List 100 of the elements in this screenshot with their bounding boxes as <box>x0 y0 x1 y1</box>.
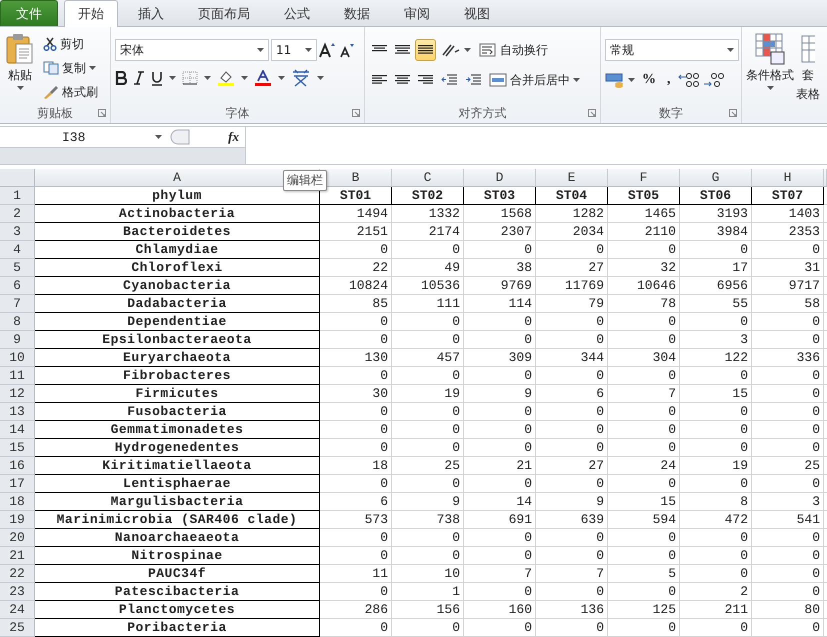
table-cell: Actinobacteria <box>35 205 320 223</box>
table-cell: 0 <box>464 403 536 421</box>
table-cell: Firmicutes <box>35 385 320 403</box>
table-cell: 0 <box>320 583 392 601</box>
table-cell: 0 <box>680 547 752 565</box>
table-cell: 156 <box>392 601 464 619</box>
table-cell: 0 <box>536 529 608 547</box>
table-cell: Margulisbacteria <box>35 493 320 511</box>
table-cell: 309 <box>464 349 536 367</box>
table-cell: 0 <box>680 367 752 385</box>
table-cell: 0 <box>392 403 464 421</box>
table-cell: 0 <box>608 439 680 457</box>
table-cell: 0 <box>752 367 824 385</box>
table-cell: 0 <box>752 565 824 583</box>
table-cell: 10 <box>392 565 464 583</box>
table-cell: 0 <box>464 475 536 493</box>
table-cell: 19 <box>680 457 752 475</box>
table-cell: Planctomycetes <box>35 601 320 619</box>
table-cell: 0 <box>464 439 536 457</box>
table-cell: Patescibacteria <box>35 583 320 601</box>
table-cell: 286 <box>320 601 392 619</box>
table-cell: 0 <box>752 241 824 259</box>
table-cell: 2174 <box>392 223 464 241</box>
table-cell: 0 <box>464 529 536 547</box>
table-cell: 2110 <box>608 223 680 241</box>
table-cell: Euryarchaeota <box>35 349 320 367</box>
table-cell: 80 <box>752 601 824 619</box>
table-cell: 0 <box>752 421 824 439</box>
table-cell: ST05 <box>608 187 680 205</box>
table-cell: 0 <box>320 619 392 637</box>
table-cell: 0 <box>392 313 464 331</box>
table-cell: 32 <box>608 259 680 277</box>
table-cell: 0 <box>392 241 464 259</box>
table-cell: Dadabacteria <box>35 295 320 313</box>
table-cell: 25 <box>392 457 464 475</box>
table-cell: 336 <box>752 349 824 367</box>
table-cell: 1465 <box>608 205 680 223</box>
table-cell: 0 <box>536 313 608 331</box>
table-cell: 457 <box>392 349 464 367</box>
table-cell: 0 <box>392 367 464 385</box>
table-cell: Marinimicrobia (SAR406 clade) <box>35 511 320 529</box>
table-cell: 0 <box>608 583 680 601</box>
table-cell: Poribacteria <box>35 619 320 637</box>
table-cell: 1494 <box>320 205 392 223</box>
table-cell: 38 <box>464 259 536 277</box>
table-cell: 0 <box>680 421 752 439</box>
table-cell: 3 <box>680 331 752 349</box>
table-cell: Lentisphaerae <box>35 475 320 493</box>
table-cell: 79 <box>536 295 608 313</box>
table-cell: 111 <box>392 295 464 313</box>
table-cell: 304 <box>608 349 680 367</box>
table-cell: 0 <box>608 619 680 637</box>
table-cell: phylum <box>35 187 320 205</box>
table-cell: 0 <box>536 583 608 601</box>
table-cell: Chloroflexi <box>35 259 320 277</box>
table-cell: 9769 <box>464 277 536 295</box>
table-cell: 10536 <box>392 277 464 295</box>
table-cell: Bacteroidetes <box>35 223 320 241</box>
table-cell: 27 <box>536 457 608 475</box>
table-cell: 24 <box>608 457 680 475</box>
table-cell: 22 <box>320 259 392 277</box>
table-cell: ST07 <box>752 187 824 205</box>
table-cell: ST03 <box>464 187 536 205</box>
table-cell: 0 <box>536 475 608 493</box>
table-cell: 0 <box>680 565 752 583</box>
table-cell: 1 <box>392 583 464 601</box>
table-cell: 6956 <box>680 277 752 295</box>
table-cell: 211 <box>680 601 752 619</box>
table-cell: 594 <box>608 511 680 529</box>
table-cell: 541 <box>752 511 824 529</box>
table-cell: 0 <box>608 313 680 331</box>
table-cell: 573 <box>320 511 392 529</box>
table-cell: 55 <box>680 295 752 313</box>
table-cell: 0 <box>392 421 464 439</box>
table-cell: 0 <box>680 313 752 331</box>
table-cell: 2353 <box>752 223 824 241</box>
table-cell: 0 <box>680 403 752 421</box>
table-cell: 58 <box>752 295 824 313</box>
table-cell: 472 <box>680 511 752 529</box>
table-cell: 19 <box>392 385 464 403</box>
table-cell: 1332 <box>392 205 464 223</box>
table-cell: 0 <box>752 583 824 601</box>
table-cell: 122 <box>680 349 752 367</box>
table-cell: 5 <box>608 565 680 583</box>
table-cell: 49 <box>392 259 464 277</box>
table-cell: 2307 <box>464 223 536 241</box>
table-cell: 0 <box>392 475 464 493</box>
table-cell: 0 <box>320 241 392 259</box>
table-cell: 0 <box>608 529 680 547</box>
table-cell: Fibrobacteres <box>35 367 320 385</box>
table-cell: 3193 <box>680 205 752 223</box>
table-cell: 0 <box>680 439 752 457</box>
group-label: 数字 <box>659 104 683 122</box>
table-cell: 31 <box>752 259 824 277</box>
table-cell: 738 <box>392 511 464 529</box>
table-cell: Cyanobacteria <box>35 277 320 295</box>
table-cell: 691 <box>464 511 536 529</box>
table-cell: Kiritimatiellaeota <box>35 457 320 475</box>
table-cell: 0 <box>752 313 824 331</box>
table-cell: 7 <box>464 565 536 583</box>
